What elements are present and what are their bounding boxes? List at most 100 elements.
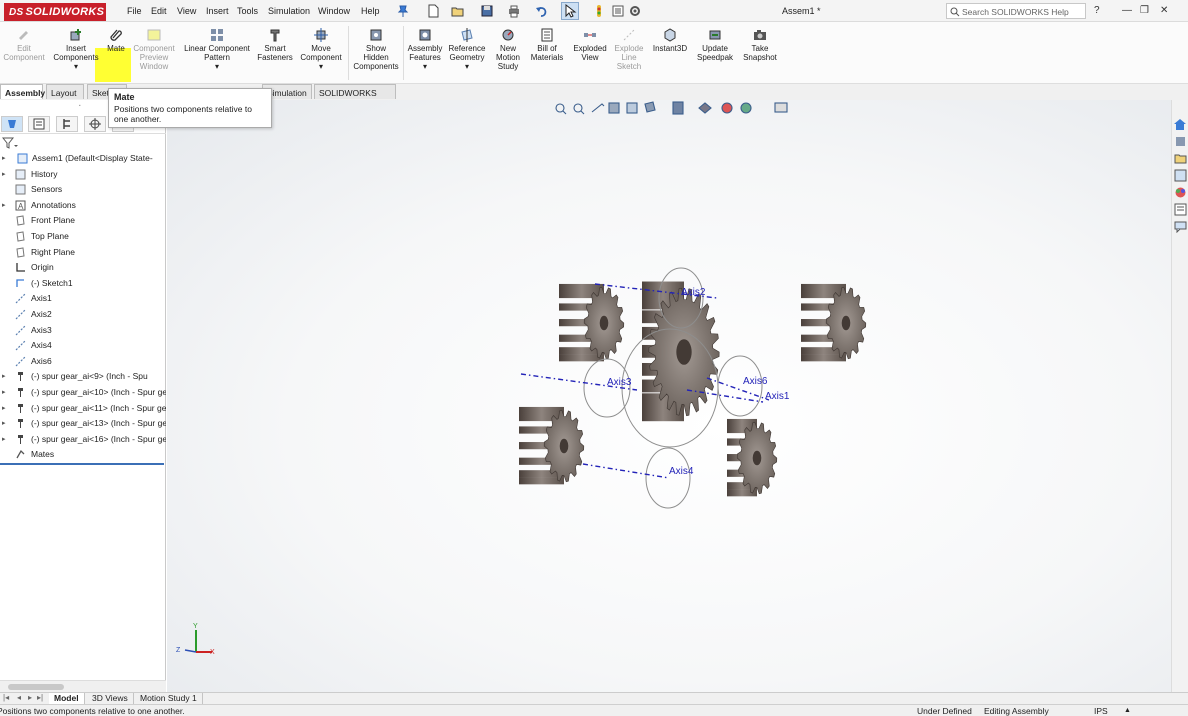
help-button[interactable]: ? xyxy=(1094,5,1100,16)
graphics-area[interactable]: Axis2 Axis3 Axis6 Axis1 Axis4 Y X Z xyxy=(167,100,1171,692)
tree-item[interactable]: Top Plane xyxy=(0,229,166,244)
options-icon[interactable] xyxy=(628,4,642,18)
exploded-view-button[interactable]: Exploded View xyxy=(570,28,610,62)
axis-line[interactable] xyxy=(582,463,670,479)
close-button[interactable]: ✕ xyxy=(1160,5,1168,16)
custom-properties-icon[interactable] xyxy=(1174,203,1187,216)
filter-icon[interactable] xyxy=(2,137,18,149)
tree-item[interactable]: ▸ (-) spur gear_ai<11> (Inch - Spur ge xyxy=(0,401,166,416)
minimize-button[interactable]: — xyxy=(1122,5,1132,16)
menu-window[interactable]: Window xyxy=(318,6,350,16)
bill-of-materials-button[interactable]: Bill of Materials xyxy=(528,28,566,62)
print-icon[interactable] xyxy=(507,4,521,18)
file-properties-icon[interactable] xyxy=(611,4,625,18)
tab-model[interactable]: Model xyxy=(49,693,85,704)
open-icon[interactable] xyxy=(451,4,465,18)
expand-icon[interactable]: ▸ xyxy=(2,151,6,166)
tree-item[interactable]: ▸ History xyxy=(0,167,166,182)
new-document-icon[interactable] xyxy=(426,4,440,18)
tab-feature-tree[interactable] xyxy=(1,116,23,132)
assembly-features-button[interactable]: Assembly Features ▾ xyxy=(405,28,445,71)
tab-property-manager[interactable] xyxy=(28,116,50,132)
tree-item[interactable]: Front Plane xyxy=(0,213,166,228)
tree-item[interactable]: Axis4 xyxy=(0,338,166,353)
units-up-icon[interactable]: ▲ xyxy=(1124,705,1131,716)
tab-assembly[interactable]: Assembly xyxy=(0,84,45,99)
expand-icon[interactable]: ▸ xyxy=(2,432,6,447)
tree-item[interactable]: Origin xyxy=(0,260,166,275)
units-selector[interactable]: IPS xyxy=(1094,705,1108,716)
tab-solidworks-mbd[interactable]: SOLIDWORKS MBD xyxy=(314,84,396,108)
tree-item[interactable]: ▸ Assem1 (Default<Display State- xyxy=(0,151,166,166)
tree-item[interactable]: Sensors xyxy=(0,182,166,197)
axis-label[interactable]: Axis4 xyxy=(669,466,694,477)
scroll-left-icon[interactable]: ◂ xyxy=(17,693,21,702)
instant3d-button[interactable]: Instant3D xyxy=(650,28,690,53)
tree-item[interactable]: (-) Sketch1 xyxy=(0,276,166,291)
show-hidden-components-button[interactable]: Show Hidden Components xyxy=(350,28,402,71)
take-snapshot-button[interactable]: Take Snapshot xyxy=(740,28,780,62)
scrollbar-thumb[interactable] xyxy=(8,684,64,690)
spur-gear-bottom-left[interactable] xyxy=(519,406,585,485)
tree-item[interactable]: ▸ (-) spur gear_ai<10> (Inch - Spur ge xyxy=(0,385,166,400)
axis-label[interactable]: Axis2 xyxy=(681,287,706,298)
search-help-field[interactable]: Search SOLIDWORKS Help xyxy=(946,3,1086,19)
mate-button[interactable]: Mate xyxy=(101,28,131,53)
tree-item[interactable]: Axis1 xyxy=(0,291,166,306)
new-motion-study-button[interactable]: New Motion Study xyxy=(490,28,526,71)
expand-icon[interactable]: ▸ xyxy=(2,369,6,384)
tree-item[interactable]: ▸ A Annotations xyxy=(0,198,166,213)
menu-file[interactable]: File xyxy=(127,6,142,16)
menu-help[interactable]: Help xyxy=(361,6,380,16)
tree-item[interactable]: ▸ (-) spur gear_ai<9> (Inch - Spu xyxy=(0,369,166,384)
expand-icon[interactable]: ▸ xyxy=(2,385,6,400)
menu-simulation[interactable]: Simulation xyxy=(268,6,310,16)
restore-button[interactable]: ❐ xyxy=(1140,5,1149,16)
solidworks-logo[interactable]: DS SOLIDWORKS xyxy=(4,3,106,21)
undo-icon[interactable] xyxy=(535,4,549,18)
axis-label[interactable]: Axis3 xyxy=(607,377,632,388)
tree-item[interactable]: Axis2 xyxy=(0,307,166,322)
component-preview-window-button[interactable]: Component Preview Window xyxy=(130,28,178,71)
tab-configuration-manager[interactable] xyxy=(56,116,78,132)
menu-edit[interactable]: Edit xyxy=(151,6,167,16)
spur-gear-top-right[interactable] xyxy=(801,283,867,362)
tab-layout[interactable]: Layout xyxy=(46,84,84,99)
select-icon[interactable] xyxy=(563,4,577,18)
scroll-right-icon[interactable]: ▸ xyxy=(28,693,32,702)
tree-item[interactable]: Axis3 xyxy=(0,323,166,338)
axis-label[interactable]: Axis6 xyxy=(743,376,768,387)
spur-gears[interactable] xyxy=(519,281,867,497)
axis-circle[interactable] xyxy=(645,447,691,509)
expand-icon[interactable]: ▸ xyxy=(2,401,6,416)
expand-icon[interactable]: ▸ xyxy=(2,416,6,431)
axis-label[interactable]: Axis1 xyxy=(765,391,790,402)
linear-component-pattern-button[interactable]: Linear Component Pattern ▾ xyxy=(180,28,254,71)
appearances-icon[interactable] xyxy=(1174,186,1187,199)
design-library-icon[interactable] xyxy=(1174,135,1187,148)
rebuild-icon[interactable] xyxy=(592,4,606,18)
assembly-viewport[interactable]: Axis2 Axis3 Axis6 Axis1 Axis4 Y X Z xyxy=(167,100,1171,692)
tab-motion-study-1[interactable]: Motion Study 1 xyxy=(135,693,203,704)
view-palette-icon[interactable] xyxy=(1174,169,1187,182)
forum-icon[interactable] xyxy=(1174,220,1187,233)
menu-insert[interactable]: Insert xyxy=(206,6,229,16)
tree-item[interactable]: Right Plane xyxy=(0,245,166,260)
panel-grip-icon[interactable]: ⠂ xyxy=(78,102,84,111)
edit-component-button[interactable]: Edit Component xyxy=(2,28,46,62)
spur-gear-bottom-right[interactable] xyxy=(727,418,778,497)
menu-view[interactable]: View xyxy=(177,6,196,16)
insert-components-button[interactable]: Insert Components ▾ xyxy=(50,28,102,71)
smart-fasteners-button[interactable]: Smart Fasteners xyxy=(255,28,295,62)
explode-line-sketch-button[interactable]: Explode Line Sketch xyxy=(611,28,647,71)
menu-tools[interactable]: Tools xyxy=(237,6,258,16)
tree-item[interactable]: Mates xyxy=(0,447,166,462)
expand-icon[interactable]: ▸ xyxy=(2,198,6,213)
update-speedpak-button[interactable]: Update Speedpak xyxy=(694,28,736,62)
spur-gear-top-left[interactable] xyxy=(559,283,625,362)
tab-3d-views[interactable]: 3D Views xyxy=(87,693,134,704)
heads-up-view-toolbar[interactable] xyxy=(552,100,802,116)
tree-item[interactable]: Axis6 xyxy=(0,354,166,369)
tree-item[interactable]: ▸ (-) spur gear_ai<13> (Inch - Spur ge xyxy=(0,416,166,431)
pin-icon[interactable] xyxy=(396,4,410,18)
